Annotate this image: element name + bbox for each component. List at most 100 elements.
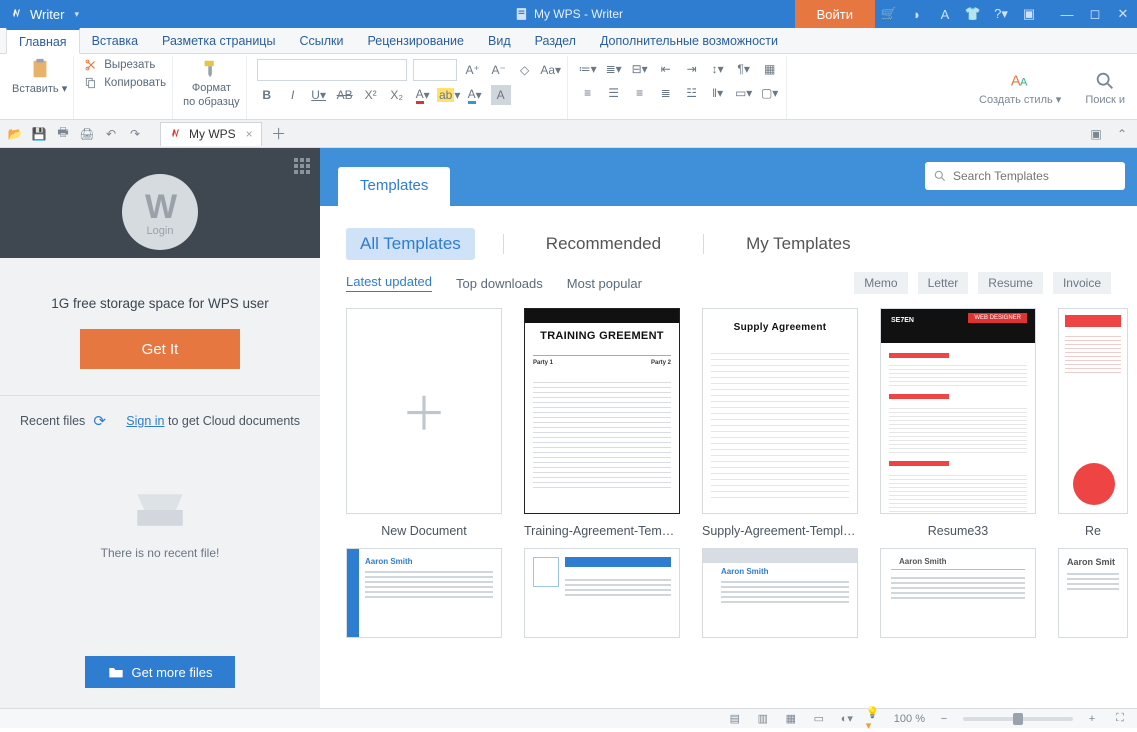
cart-icon[interactable]: 🛒 bbox=[875, 0, 903, 28]
tab-recommended[interactable]: Recommended bbox=[532, 228, 675, 260]
tab-my-templates[interactable]: My Templates bbox=[732, 228, 865, 260]
numbering-button[interactable]: ≣▾ bbox=[604, 59, 624, 79]
align-left-button[interactable]: ≡ bbox=[578, 83, 598, 103]
view-reading-icon[interactable]: ▭ bbox=[810, 710, 828, 728]
chip-letter[interactable]: Letter bbox=[918, 272, 969, 294]
skin-icon[interactable]: 👕 bbox=[959, 0, 987, 28]
char-shading-button[interactable]: A bbox=[491, 85, 511, 105]
redo-icon[interactable]: ↷ bbox=[126, 125, 144, 143]
sort-button[interactable]: ↕▾ bbox=[708, 59, 728, 79]
zoom-in-button[interactable]: + bbox=[1083, 710, 1101, 728]
eye-protect-icon[interactable]: ◐▾ bbox=[838, 710, 856, 728]
app-menu[interactable]: Writer ▾ bbox=[0, 7, 89, 22]
menu-review[interactable]: Рецензирование bbox=[355, 28, 476, 53]
template-card[interactable]: Supply Agreement Supply-Agreement-Templa… bbox=[702, 308, 858, 538]
border-style-button[interactable]: ▢▾ bbox=[760, 83, 780, 103]
chip-invoice[interactable]: Invoice bbox=[1053, 272, 1111, 294]
strike-button[interactable]: AB bbox=[335, 85, 355, 105]
apps-grid-icon[interactable] bbox=[294, 158, 310, 174]
template-card[interactable]: TRAINING GREEMENT Party 1Party 2 Trainin… bbox=[524, 308, 680, 538]
find-button[interactable]: Поиск и bbox=[1085, 70, 1125, 106]
sort-popular[interactable]: Most popular bbox=[567, 276, 642, 291]
subscript-button[interactable]: X₂ bbox=[387, 85, 407, 105]
zoom-slider[interactable] bbox=[963, 717, 1073, 721]
template-card[interactable]: SE7EN WEB DESIGNER R bbox=[880, 308, 1036, 538]
chip-memo[interactable]: Memo bbox=[854, 272, 907, 294]
tab-all-templates[interactable]: All Templates bbox=[346, 228, 475, 260]
justify-button[interactable]: ≣ bbox=[656, 83, 676, 103]
docer-icon[interactable]: ◗ bbox=[903, 0, 931, 28]
save-icon[interactable]: 💾 bbox=[30, 125, 48, 143]
taskpane-icon[interactable]: ▣ bbox=[1087, 125, 1105, 143]
menu-insert[interactable]: Вставка bbox=[80, 28, 150, 53]
menu-extra[interactable]: Дополнительные возможности bbox=[588, 28, 790, 53]
overflow-icon[interactable]: ▣ bbox=[1015, 0, 1043, 28]
collapse-ribbon-icon[interactable]: ⌃ bbox=[1113, 125, 1131, 143]
open-icon[interactable]: 📂 bbox=[6, 125, 24, 143]
view-print-layout-icon[interactable]: ▤ bbox=[726, 710, 744, 728]
undo-icon[interactable]: ↶ bbox=[102, 125, 120, 143]
maximize-button[interactable]: ◻ bbox=[1081, 0, 1109, 28]
view-outline-icon[interactable]: ▦ bbox=[782, 710, 800, 728]
format-painter-button[interactable]: Формат по образцу bbox=[183, 58, 240, 108]
search-input[interactable] bbox=[953, 169, 1117, 183]
shrink-font-button[interactable]: A⁻ bbox=[489, 60, 509, 80]
get-it-button[interactable]: Get It bbox=[80, 329, 240, 369]
refresh-icon[interactable]: ⟳ bbox=[93, 412, 106, 430]
paste-button[interactable]: Вставить ▾ bbox=[12, 58, 67, 95]
template-card[interactable]: ＋ New Document bbox=[346, 308, 502, 538]
bold-button[interactable]: B bbox=[257, 85, 277, 105]
text-effect-button[interactable]: A▾ bbox=[465, 85, 485, 105]
sort-top[interactable]: Top downloads bbox=[456, 276, 543, 291]
get-more-files-button[interactable]: Get more files bbox=[85, 656, 235, 688]
zoom-value[interactable]: 100 % bbox=[894, 713, 925, 725]
menu-section[interactable]: Раздел bbox=[523, 28, 588, 53]
sort-latest[interactable]: Latest updated bbox=[346, 274, 432, 292]
copy-button[interactable]: Копировать bbox=[84, 76, 166, 90]
minimize-button[interactable]: — bbox=[1053, 0, 1081, 28]
template-card[interactable]: Aaron Smith bbox=[702, 548, 858, 638]
line-spacing-button[interactable]: ‖▾ bbox=[708, 83, 728, 103]
font-icon[interactable]: A bbox=[931, 0, 959, 28]
template-card[interactable]: Aaron Smith bbox=[880, 548, 1036, 638]
tab-close-icon[interactable]: × bbox=[246, 127, 253, 141]
template-card[interactable]: Re bbox=[1058, 308, 1128, 538]
template-card[interactable] bbox=[524, 548, 680, 638]
print-preview-icon[interactable]: 🖨 bbox=[78, 125, 96, 143]
sign-in-link[interactable]: Sign in bbox=[126, 414, 164, 428]
document-tab[interactable]: My WPS × bbox=[160, 122, 262, 146]
multilevel-button[interactable]: ⊟▾ bbox=[630, 59, 650, 79]
print-icon[interactable]: 🖶 bbox=[54, 125, 72, 143]
shading-button[interactable]: ▭▾ bbox=[734, 83, 754, 103]
templates-tab[interactable]: Templates bbox=[338, 167, 450, 206]
close-button[interactable]: ✕ bbox=[1109, 0, 1137, 28]
font-name-combo[interactable] bbox=[257, 59, 407, 81]
avatar-login[interactable]: W Login bbox=[122, 174, 198, 250]
show-marks-button[interactable]: ¶▾ bbox=[734, 59, 754, 79]
menu-references[interactable]: Ссылки bbox=[287, 28, 355, 53]
distributed-button[interactable]: ☳ bbox=[682, 83, 702, 103]
highlight-button[interactable]: ab▾ bbox=[439, 85, 459, 105]
superscript-button[interactable]: X² bbox=[361, 85, 381, 105]
create-style-button[interactable]: AA Создать стиль ▾ bbox=[979, 69, 1061, 106]
chip-resume[interactable]: Resume bbox=[978, 272, 1043, 294]
align-right-button[interactable]: ≡ bbox=[630, 83, 650, 103]
underline-button[interactable]: U▾ bbox=[309, 85, 329, 105]
zoom-out-button[interactable]: − bbox=[935, 710, 953, 728]
clear-format-button[interactable]: ◇ bbox=[515, 60, 535, 80]
menu-page-layout[interactable]: Разметка страницы bbox=[150, 28, 287, 53]
cut-button[interactable]: Вырезать bbox=[84, 58, 166, 72]
borders-button[interactable]: ▦ bbox=[760, 59, 780, 79]
fit-page-icon[interactable]: ⛶ bbox=[1111, 710, 1129, 728]
menu-home[interactable]: Главная bbox=[6, 28, 80, 54]
increase-indent-button[interactable]: ⇥ bbox=[682, 59, 702, 79]
view-web-layout-icon[interactable]: ▥ bbox=[754, 710, 772, 728]
italic-button[interactable]: I bbox=[283, 85, 303, 105]
change-case-button[interactable]: Aa▾ bbox=[541, 60, 561, 80]
login-button[interactable]: Войти bbox=[795, 0, 875, 28]
new-tab-button[interactable]: ＋ bbox=[268, 123, 290, 145]
font-color-button[interactable]: A▾ bbox=[413, 85, 433, 105]
menu-view[interactable]: Вид bbox=[476, 28, 523, 53]
font-size-combo[interactable] bbox=[413, 59, 457, 81]
align-center-button[interactable]: ☰ bbox=[604, 83, 624, 103]
